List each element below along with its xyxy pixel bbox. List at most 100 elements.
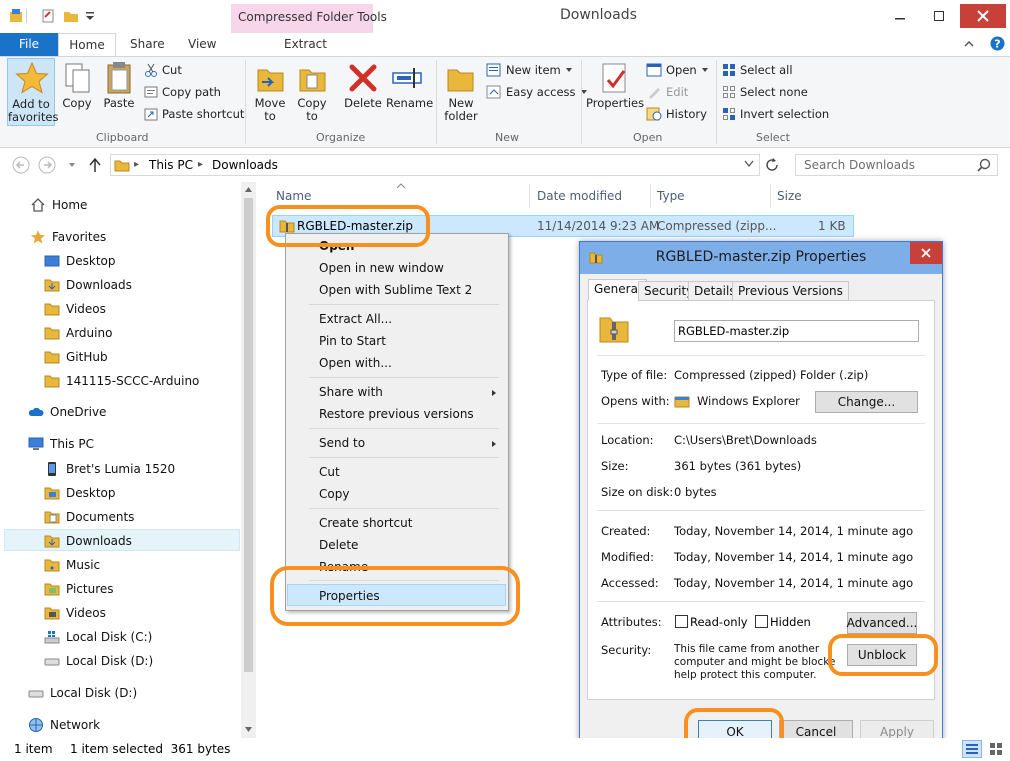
paste-shortcut-label: Paste shortcut: [162, 107, 245, 121]
copy-path-button[interactable]: Copy path: [144, 82, 221, 102]
nav-item-label: Local Disk (C:): [66, 630, 153, 644]
menu-item-restore[interactable]: Restore previous versions: [319, 407, 474, 421]
select-none-button[interactable]: Select none: [722, 82, 808, 102]
menu-item-extract-all[interactable]: Extract All...: [319, 312, 392, 326]
details-view-button[interactable]: [962, 740, 982, 758]
breadcrumb-this-pc[interactable]: This PC: [149, 158, 193, 172]
open-group-label: Open: [633, 131, 663, 144]
help-icon[interactable]: ?: [990, 36, 1005, 51]
column-header-type[interactable]: Type: [657, 189, 685, 203]
minimize-button[interactable]: [881, 4, 919, 28]
home-icon: [31, 198, 45, 212]
clipboard-group-label: Clipboard: [96, 131, 149, 144]
tab-extract[interactable]: Extract: [272, 33, 339, 57]
created-label: Created:: [601, 524, 651, 538]
nav-item-label: Local Disk (D:): [66, 654, 154, 668]
easy-access-icon: [486, 85, 501, 99]
new-folder-button[interactable]: New folder: [442, 60, 480, 126]
paste-button[interactable]: Paste: [100, 60, 138, 120]
tab-share[interactable]: Share: [118, 33, 177, 57]
properties-ribbon-button[interactable]: Properties: [586, 60, 644, 126]
close-button[interactable]: [960, 4, 1006, 28]
scroll-down-icon[interactable]: [244, 726, 253, 733]
cut-button[interactable]: Cut: [144, 60, 182, 80]
opens-with-label: Opens with:: [601, 394, 670, 408]
invert-selection-button[interactable]: Invert selection: [722, 104, 829, 124]
open-ribbon-button[interactable]: Open: [646, 60, 709, 80]
tab-view[interactable]: View: [176, 33, 228, 57]
select-all-button[interactable]: Select all: [722, 60, 793, 80]
new-item-button[interactable]: New item: [486, 60, 573, 80]
highlight-ring-properties: [270, 566, 520, 626]
edit-ribbon-button[interactable]: Edit: [646, 82, 688, 102]
column-header-size[interactable]: Size: [777, 189, 802, 203]
hidden-checkbox[interactable]: [755, 615, 768, 628]
scroll-up-icon[interactable]: [244, 186, 253, 193]
dialog-tab-previous-versions[interactable]: Previous Versions: [732, 281, 849, 301]
nav-network[interactable]: Network: [28, 713, 268, 737]
menu-item-send-to[interactable]: Send to: [319, 436, 365, 450]
advanced-button[interactable]: Advanced...: [847, 612, 917, 634]
copy-to-button[interactable]: Copy to: [294, 60, 330, 126]
menu-item-open-with[interactable]: Open with...: [319, 356, 392, 370]
rename-button[interactable]: Rename: [386, 60, 433, 120]
menu-item-share-with[interactable]: Share with: [319, 385, 383, 399]
tab-home[interactable]: Home: [58, 33, 116, 57]
history-button[interactable]: History: [646, 104, 707, 124]
nav-item-label: Videos: [66, 302, 106, 316]
refresh-button[interactable]: [764, 157, 788, 175]
breadcrumb-downloads[interactable]: Downloads: [212, 158, 278, 172]
close-icon: [921, 248, 931, 258]
move-to-button[interactable]: Move to: [252, 60, 288, 126]
forward-button[interactable]: [38, 156, 56, 174]
menu-item-create-shortcut[interactable]: Create shortcut: [319, 516, 412, 530]
menu-item-delete[interactable]: Delete: [319, 538, 358, 552]
qat-properties-icon[interactable]: [8, 8, 24, 24]
address-history-button[interactable]: [744, 160, 754, 168]
menu-item-pin-start[interactable]: Pin to Start: [319, 334, 386, 348]
nav-favorites[interactable]: Favorites: [30, 225, 270, 249]
nav-scrollbar-thumb[interactable]: [244, 198, 253, 672]
add-to-favorites-button[interactable]: Add to favorites: [7, 58, 58, 126]
copy-button[interactable]: Copy: [60, 60, 94, 120]
menu-item-copy[interactable]: Copy: [319, 487, 349, 501]
paste-shortcut-button[interactable]: Paste shortcut: [144, 104, 244, 124]
menu-item-open-new-window[interactable]: Open in new window: [319, 261, 444, 275]
nav-home[interactable]: Home: [30, 193, 270, 217]
dialog-close-button[interactable]: [910, 242, 942, 264]
nav-this-pc[interactable]: This PC: [28, 432, 268, 456]
qat-undo-icon[interactable]: [40, 8, 56, 24]
drive-icon: [28, 690, 44, 698]
recent-locations-button[interactable]: [68, 161, 76, 169]
tab-file[interactable]: File: [0, 33, 58, 57]
change-button[interactable]: Change...: [815, 391, 918, 413]
column-header-date[interactable]: Date modified: [537, 189, 622, 203]
delete-label: Delete: [344, 96, 382, 110]
address-bar[interactable]: [110, 154, 760, 176]
videos-folder-icon: [44, 607, 60, 620]
nav-item-label: Desktop: [66, 254, 116, 268]
folder-icon: [44, 327, 60, 340]
menu-item-cut[interactable]: Cut: [319, 465, 340, 479]
menu-separator: [309, 508, 499, 509]
column-header-name[interactable]: Name: [276, 189, 311, 203]
qat-customize-icon[interactable]: [84, 10, 96, 22]
paste-shortcut-icon: [144, 108, 158, 121]
easy-access-button[interactable]: Easy access: [486, 82, 588, 102]
search-icon[interactable]: [977, 158, 991, 172]
delete-button[interactable]: Delete: [344, 60, 382, 126]
up-button[interactable]: [88, 157, 102, 173]
menu-item-open-sublime[interactable]: Open with Sublime Text 2: [319, 283, 472, 297]
nav-local-disk-d[interactable]: Local Disk (D:): [28, 681, 268, 705]
readonly-checkbox[interactable]: [675, 615, 688, 628]
explorer-window: Compressed Folder Tools Downloads File H…: [0, 0, 1010, 761]
status-selection: 1 item selected 361 bytes: [70, 742, 231, 756]
maximize-button[interactable]: [920, 4, 958, 28]
ribbon-collapse-icon[interactable]: [963, 38, 975, 50]
paste-icon: [107, 62, 131, 94]
large-icons-view-button[interactable]: [986, 740, 1006, 758]
nav-onedrive[interactable]: OneDrive: [28, 400, 268, 424]
nav-item-label: Bret's Lumia 1520: [66, 462, 176, 476]
back-button[interactable]: [12, 156, 30, 174]
qat-new-folder-icon[interactable]: [63, 8, 79, 24]
